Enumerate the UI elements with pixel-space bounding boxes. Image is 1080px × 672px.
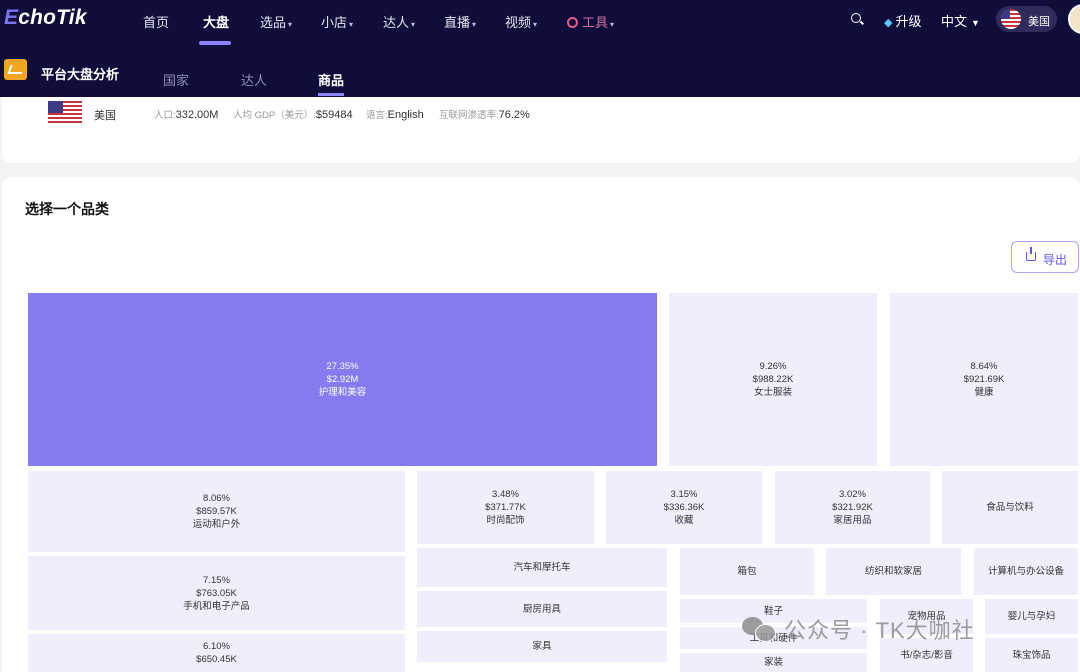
tile-name: 食品与饮料	[986, 502, 1034, 513]
treemap-tile[interactable]: 6.10% $650.45K	[28, 634, 405, 672]
treemap-tile[interactable]: 7.15% $763.05K 手机和电子产品	[28, 556, 405, 630]
tile-name: 护理和美容	[318, 387, 367, 398]
watermark: 公众号 · TK大咖社	[742, 613, 975, 645]
tile-value: $371.77K	[485, 502, 526, 513]
treemap-tile[interactable]: 珠宝饰品	[985, 638, 1078, 672]
treemap-tile[interactable]: 纺织和软家居	[826, 548, 961, 595]
tile-value: $650.45K	[196, 654, 237, 665]
treemap-tile[interactable]: 汽车和摩托车	[417, 548, 667, 587]
tile-name: 女士服装	[753, 387, 792, 398]
tile-value: $336.36K	[663, 502, 705, 513]
treemap-tile[interactable]: 3.48% $371.77K 时尚配饰	[417, 471, 594, 544]
tile-percent: 8.64%	[970, 361, 998, 372]
tile-value: $2.92M	[326, 374, 359, 385]
wechat-icon	[742, 617, 776, 642]
tile-percent: 9.26%	[759, 361, 787, 372]
tile-value: $988.22K	[752, 374, 794, 385]
treemap-tile[interactable]: 家装	[680, 653, 867, 672]
tile-name: 计算机与办公设备	[987, 566, 1064, 577]
tile-percent: 3.02%	[839, 489, 866, 500]
tile-name: 汽车和摩托车	[513, 562, 571, 573]
tile-name: 箱包	[737, 566, 757, 577]
tile-name: 珠宝饰品	[1012, 649, 1051, 661]
tile-name: 收藏	[674, 515, 694, 526]
treemap-tile[interactable]: 厨房用具	[417, 591, 667, 627]
tile-value: $859.57K	[196, 506, 237, 517]
tile-value: $763.05K	[196, 587, 237, 599]
treemap-tile[interactable]: 8.64% $921.69K 健康	[890, 293, 1078, 466]
tile-name: 运动和户外	[192, 519, 241, 530]
tile-percent: 6.10%	[203, 641, 230, 652]
treemap-tile[interactable]: 婴儿与孕妇	[985, 599, 1078, 634]
tile-name: 健康	[974, 387, 994, 398]
tile-name: 厨房用具	[522, 603, 561, 615]
tile-percent: 3.15%	[670, 489, 698, 500]
treemap-tile[interactable]: 8.06% $859.57K 运动和户外	[28, 471, 405, 552]
treemap-tile[interactable]: 箱包	[680, 548, 814, 595]
tile-percent: 7.15%	[203, 574, 230, 586]
treemap-tile[interactable]: 家具	[417, 631, 667, 662]
tile-value: $921.69K	[963, 374, 1005, 385]
tile-name: 家居用品	[833, 515, 872, 526]
tile-percent: 3.48%	[492, 489, 519, 500]
tile-name: 书/杂志/影音	[900, 649, 953, 661]
treemap-tile[interactable]: 3.02% $321.92K 家居用品	[775, 471, 930, 544]
treemap-tile[interactable]: 食品与饮料	[942, 471, 1078, 544]
tile-name: 手机和电子产品	[183, 600, 250, 612]
treemap-tile[interactable]: 27.35% $2.92M 护理和美容	[28, 293, 657, 466]
tile-percent: 27.35%	[326, 361, 359, 372]
tile-name: 家具	[532, 641, 552, 652]
tile-name: 时尚配饰	[486, 515, 525, 526]
treemap-tile[interactable]: 3.15% $336.36K 收藏	[606, 471, 762, 544]
tile-percent: 8.06%	[203, 493, 230, 504]
tile-value: $321.92K	[832, 502, 873, 513]
treemap-tile[interactable]: 计算机与办公设备	[974, 548, 1078, 595]
treemap-tile[interactable]: 9.26% $988.22K 女士服装	[669, 293, 877, 466]
tile-name: 纺织和软家居	[864, 566, 922, 577]
tile-name: 家装	[763, 657, 783, 668]
tile-name: 婴儿与孕妇	[1007, 611, 1056, 622]
category-treemap: 27.35% $2.92M 护理和美容 9.26% $988.22K 女士服装 8.64% $…	[0, 0, 1080, 672]
